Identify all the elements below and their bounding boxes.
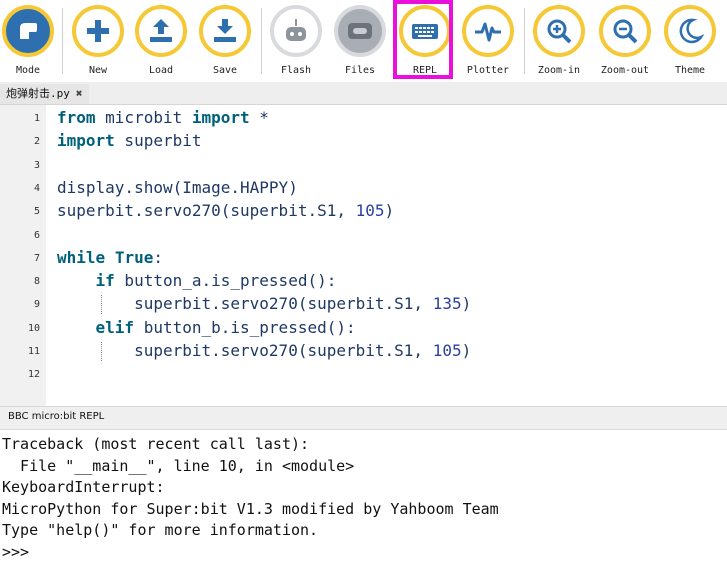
tab-bar: 炮弹射击.py ✖ bbox=[0, 82, 727, 105]
code-text: superbit bbox=[114, 131, 202, 151]
code-number: 105 bbox=[432, 341, 462, 360]
code-line: import superbit bbox=[57, 130, 202, 152]
code-keyword: True bbox=[114, 247, 154, 267]
code-line: display.show(Image.HAPPY) bbox=[57, 177, 298, 199]
indent-guide bbox=[101, 342, 102, 361]
repl-title: BBC micro:bit REPL bbox=[8, 411, 105, 422]
code-text: : bbox=[153, 247, 163, 267]
close-tab-icon[interactable]: ✖ bbox=[76, 87, 83, 100]
theme-button[interactable]: Theme bbox=[662, 3, 722, 79]
code-text: button_a.is_pressed(): bbox=[114, 271, 337, 291]
zoom-out-label: Zoom-out bbox=[600, 65, 650, 76]
code-text: microbit bbox=[95, 108, 192, 127]
repl-line: MicroPython for Super:bit V1.3 modified … bbox=[2, 499, 499, 518]
line-number: 1 bbox=[33, 113, 40, 124]
flash-button[interactable]: Flash bbox=[268, 3, 328, 79]
code-text: display.show(Image.HAPPY) bbox=[57, 177, 298, 197]
plus-icon bbox=[72, 5, 124, 57]
repl-line: Traceback (most recent call last): bbox=[2, 435, 310, 453]
code-text: ) bbox=[384, 201, 395, 221]
code-line: superbit.servo270(superbit.S1, 105) bbox=[57, 340, 471, 362]
code-keyword: import bbox=[191, 108, 250, 127]
code-editor[interactable]: 1 2 3 4 5 6 7 8 9 10 11 12 from microbit import * im… bbox=[0, 105, 727, 406]
code-line: superbit.servo270(superbit.S1, 135) bbox=[57, 293, 471, 315]
repl-line: File "__main__", line 10, in <module> bbox=[2, 456, 355, 475]
code-keyword: import bbox=[57, 131, 115, 151]
flash-icon bbox=[270, 5, 322, 57]
save-label: Save bbox=[212, 65, 238, 76]
code-number: 135 bbox=[432, 294, 462, 314]
toolbar-separator bbox=[62, 8, 63, 74]
repl-highlight-box bbox=[393, 0, 453, 79]
zoom-out-button[interactable]: Zoom-out bbox=[597, 3, 657, 79]
code-text: button_b.is_pressed(): bbox=[134, 317, 356, 337]
load-label: Load bbox=[148, 65, 174, 76]
code-keyword: from bbox=[57, 108, 96, 127]
code-keyword: elif bbox=[95, 317, 135, 337]
save-button[interactable]: Save bbox=[197, 3, 257, 79]
toolbar-separator bbox=[261, 8, 262, 74]
moon-icon bbox=[664, 5, 716, 57]
files-icon bbox=[334, 5, 386, 57]
zoom-in-button[interactable]: Zoom-in bbox=[531, 3, 591, 79]
code-keyword: if bbox=[95, 271, 115, 291]
line-number: 5 bbox=[33, 206, 40, 218]
line-number: 4 bbox=[33, 182, 40, 194]
flash-label: Flash bbox=[280, 65, 312, 76]
code-text: superbit.servo270(superbit.S1, bbox=[57, 201, 356, 221]
code-text: ) bbox=[461, 294, 472, 314]
code-text: * bbox=[249, 108, 269, 127]
zoom-in-label: Zoom-in bbox=[537, 65, 581, 76]
code-keyword: while bbox=[57, 247, 106, 267]
code-number: 105 bbox=[355, 201, 385, 221]
line-number: 3 bbox=[33, 159, 40, 171]
code-line: if button_a.is_pressed(): bbox=[57, 270, 337, 292]
line-number: 11 bbox=[27, 346, 40, 357]
line-number: 9 bbox=[33, 299, 40, 311]
code-line: elif button_b.is_pressed(): bbox=[57, 317, 356, 339]
line-number: 10 bbox=[27, 322, 40, 334]
files-button[interactable]: Files bbox=[332, 3, 392, 79]
mode-icon bbox=[2, 5, 54, 57]
code-text: superbit.servo270(superbit.S1, bbox=[57, 341, 433, 360]
toolbar-separator bbox=[524, 8, 525, 74]
code-line: from microbit import * bbox=[57, 107, 269, 129]
code-text: ) bbox=[461, 341, 472, 360]
indent-guide bbox=[101, 295, 102, 315]
code-text: superbit.servo270(superbit.S1, bbox=[57, 294, 433, 314]
line-number: 6 bbox=[33, 229, 40, 241]
mode-button[interactable]: Mode bbox=[0, 3, 60, 79]
load-button[interactable]: Load bbox=[133, 3, 193, 79]
toolbar: Mode New Load Save Flash Files REPL Plot… bbox=[0, 0, 727, 82]
repl-line: Type "help()" for more information. bbox=[2, 521, 319, 540]
code-line: superbit.servo270(superbit.S1, 105) bbox=[57, 200, 394, 222]
repl-panel-header: BBC micro:bit REPL bbox=[0, 406, 727, 430]
file-tab-label: 炮弹射击.py bbox=[6, 87, 70, 100]
new-button[interactable]: New bbox=[70, 3, 130, 79]
repl-line: >>> bbox=[2, 543, 30, 561]
line-number: 12 bbox=[27, 369, 40, 381]
file-tab[interactable]: 炮弹射击.py ✖ bbox=[0, 84, 89, 104]
download-icon bbox=[199, 5, 251, 57]
line-number: 8 bbox=[33, 276, 40, 288]
pulse-icon bbox=[462, 5, 514, 57]
zoom-in-icon bbox=[533, 5, 585, 57]
upload-icon bbox=[135, 5, 187, 57]
repl-line: KeyboardInterrupt: bbox=[2, 478, 165, 497]
files-label: Files bbox=[344, 65, 376, 76]
plotter-button[interactable]: Plotter bbox=[460, 3, 520, 79]
line-number-gutter: 1 2 3 4 5 6 7 8 9 10 11 12 bbox=[0, 105, 46, 406]
theme-label: Theme bbox=[674, 65, 706, 76]
new-label: New bbox=[88, 65, 108, 76]
repl-console[interactable]: Traceback (most recent call last): File … bbox=[0, 430, 727, 561]
line-number: 7 bbox=[33, 252, 40, 264]
plotter-label: Plotter bbox=[466, 65, 510, 76]
mode-label: Mode bbox=[15, 65, 41, 76]
zoom-out-icon bbox=[599, 5, 651, 57]
code-line: while True: bbox=[57, 247, 163, 269]
line-number: 2 bbox=[33, 136, 40, 148]
